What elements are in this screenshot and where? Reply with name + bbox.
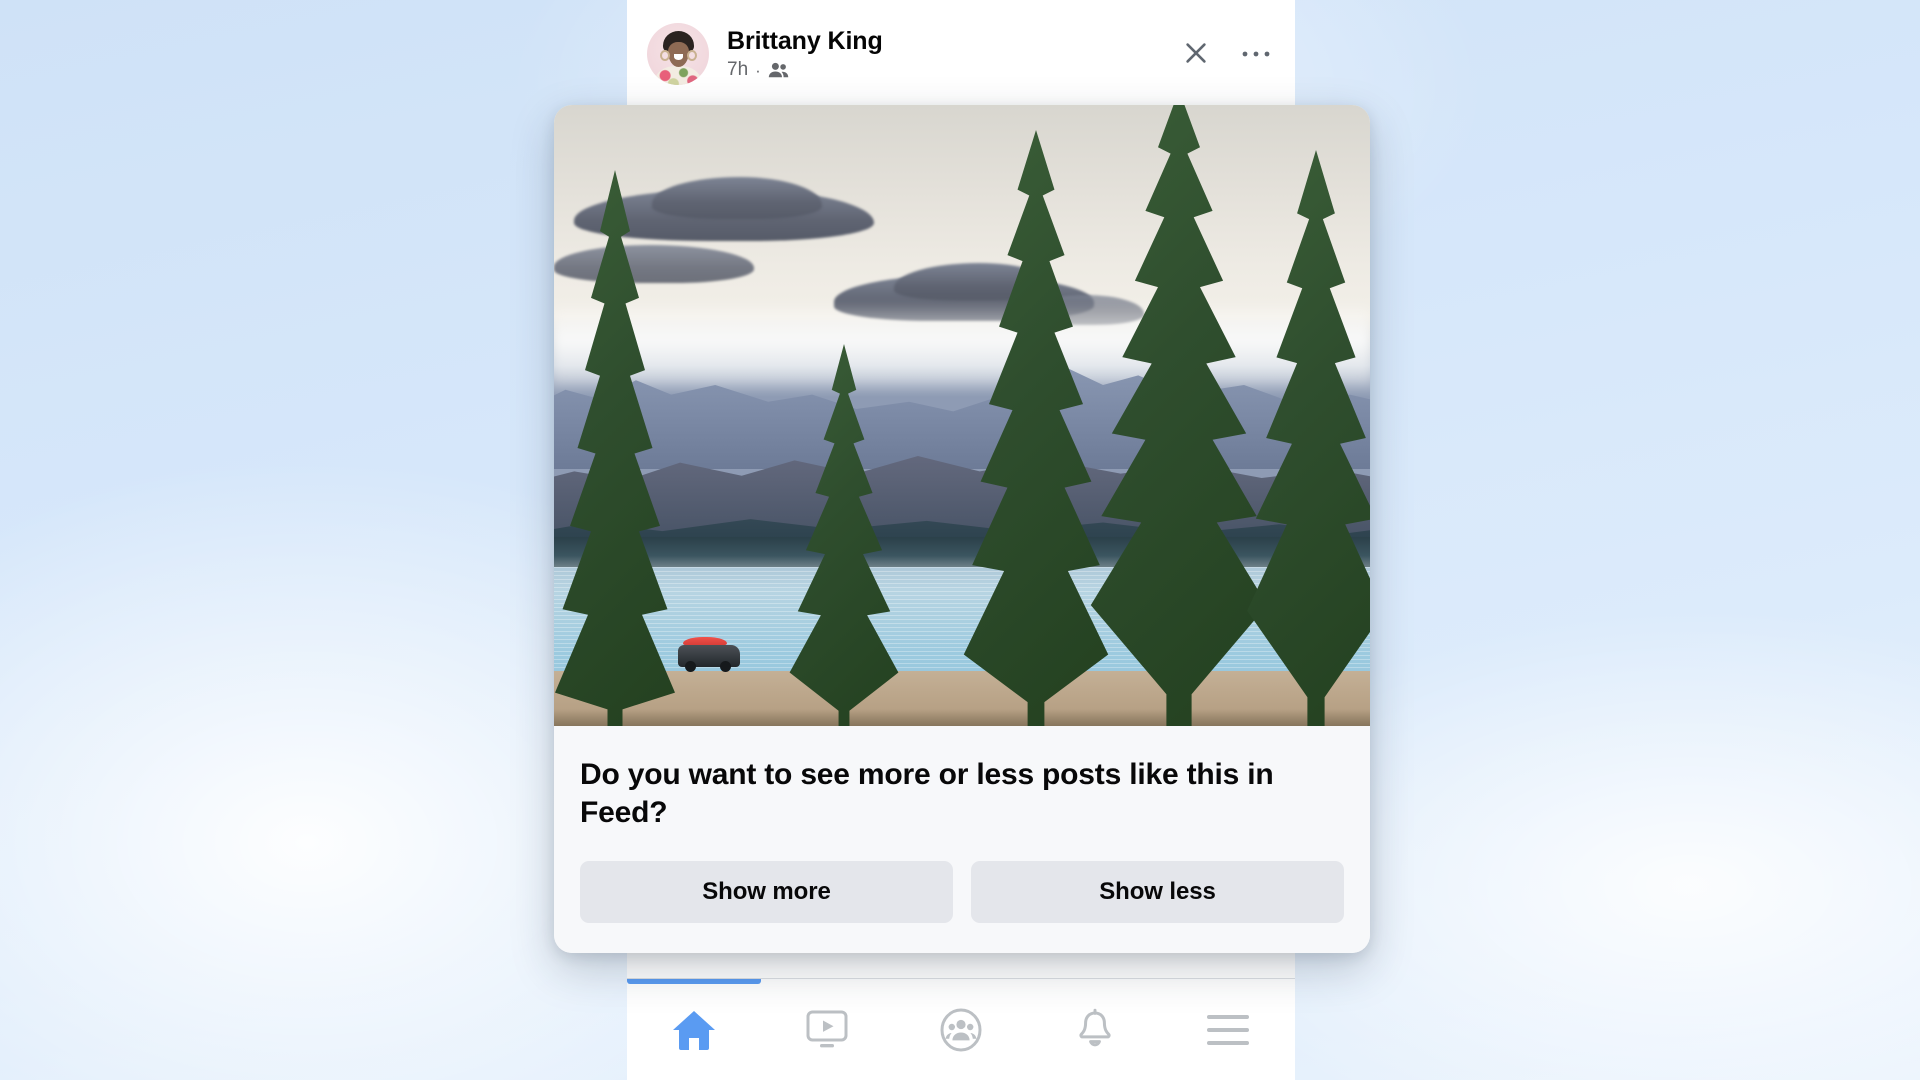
post-subline: 7h · <box>727 59 1179 81</box>
nav-item-notifications[interactable] <box>1028 979 1162 1080</box>
dialog-actions: Show more Show less <box>580 860 1344 923</box>
bottom-navigation-bar <box>627 978 1295 1080</box>
show-less-button[interactable]: Show less <box>971 860 1344 923</box>
avatar-earring-right <box>687 50 697 61</box>
nav-item-home[interactable] <box>627 979 761 1080</box>
avatar-smile <box>674 54 683 60</box>
scenic-lake-photo <box>554 105 1370 726</box>
separator-dot: · <box>755 60 761 80</box>
friends-icon[interactable] <box>768 62 789 78</box>
car-wheel <box>720 661 731 672</box>
nav-item-menu[interactable] <box>1161 979 1295 1080</box>
tree-foliage <box>1247 150 1370 726</box>
post-timestamp: 7h <box>727 59 749 81</box>
more-options-icon <box>1241 47 1271 62</box>
show-more-button[interactable]: Show more <box>580 860 953 923</box>
pine-tree <box>1230 146 1370 726</box>
nav-item-groups[interactable] <box>894 979 1028 1080</box>
watch-icon <box>805 1009 849 1051</box>
more-options-button[interactable] <box>1239 37 1273 71</box>
post-meta: Brittany King 7h · <box>727 27 1179 81</box>
tree-foliage <box>789 344 899 726</box>
avatar-body <box>655 66 701 85</box>
avatar[interactable] <box>647 23 709 85</box>
active-tab-indicator <box>627 979 761 984</box>
post-header-actions <box>1179 37 1273 71</box>
feed-preference-dialog: Do you want to see more or less posts li… <box>554 105 1370 953</box>
close-icon <box>1182 39 1210 70</box>
avatar-earring-left <box>660 50 670 61</box>
pine-tree <box>554 166 690 726</box>
dialog-body: Do you want to see more or less posts li… <box>554 726 1370 953</box>
home-icon <box>671 1008 717 1052</box>
poster-name[interactable]: Brittany King <box>727 27 1179 55</box>
post-header: Brittany King 7h · <box>627 0 1295 108</box>
groups-icon <box>939 1008 983 1052</box>
pine-tree <box>776 340 912 726</box>
hamburger-menu-icon <box>1205 1013 1251 1047</box>
dialog-question: Do you want to see more or less posts li… <box>580 758 1274 830</box>
tree-foliage <box>555 170 675 726</box>
nav-item-watch[interactable] <box>761 979 895 1080</box>
close-button[interactable] <box>1179 37 1213 71</box>
bell-icon <box>1075 1008 1115 1052</box>
